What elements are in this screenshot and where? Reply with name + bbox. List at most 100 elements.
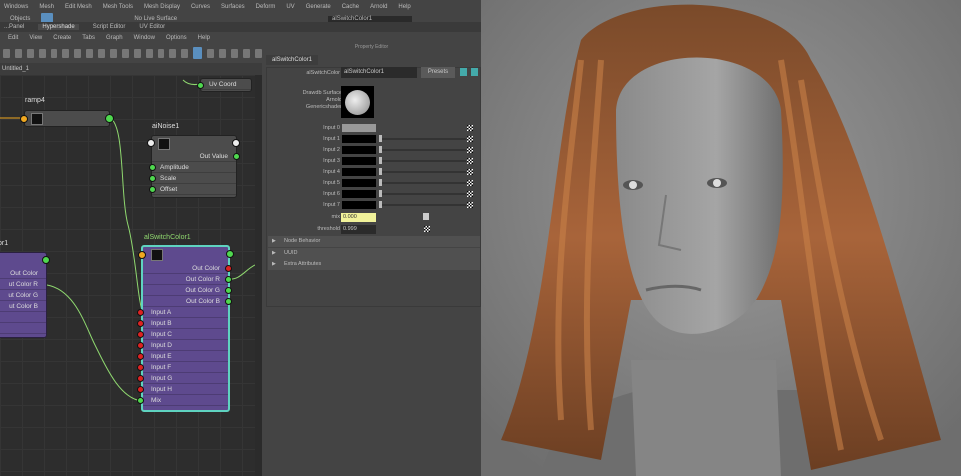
- toolbar-button-icon[interactable]: [74, 48, 82, 58]
- hs-menu-tabs[interactable]: Tabs: [82, 35, 95, 41]
- map-checker-icon[interactable]: [467, 136, 473, 142]
- scale-row[interactable]: Scale: [149, 173, 236, 184]
- out-color-row[interactable]: Out Color: [0, 268, 46, 279]
- graph-tab[interactable]: Untitled_1: [0, 63, 262, 75]
- out-value-row[interactable]: Out Value: [152, 151, 240, 162]
- map-checker-icon[interactable]: [467, 158, 473, 164]
- color-swatch[interactable]: [342, 201, 376, 209]
- color-swatch[interactable]: [342, 157, 376, 165]
- toolbar-button-icon[interactable]: [255, 48, 262, 58]
- offset-row[interactable]: Offset: [149, 184, 236, 195]
- menu-help[interactable]: Help: [398, 4, 410, 10]
- output-port[interactable]: [232, 139, 240, 147]
- hs-menu-view[interactable]: View: [29, 35, 42, 41]
- port[interactable]: [225, 298, 232, 305]
- tab-2[interactable]: Script Editor: [93, 24, 126, 30]
- output-row[interactable]: Out Color G: [143, 285, 232, 296]
- menu-mesh-tools[interactable]: Mesh Tools: [103, 4, 133, 10]
- map-checker-icon[interactable]: [467, 191, 473, 197]
- section-node-behavior[interactable]: Node Behavior: [268, 236, 480, 247]
- name-field[interactable]: alSwitchColor1: [328, 15, 413, 22]
- slider[interactable]: [380, 182, 466, 184]
- node-graph[interactable]: Uv Coord ramp4 aiNoise1 Out Value Amplit…: [0, 75, 255, 476]
- slider[interactable]: [380, 138, 466, 140]
- input-port[interactable]: [138, 251, 146, 259]
- port[interactable]: [225, 287, 232, 294]
- alswitchcolor-node[interactable]: Out Color Out Color R Out Color G Out Color…: [137, 245, 234, 412]
- hs-menu-create[interactable]: Create: [53, 35, 71, 41]
- out-color-g-row[interactable]: ut Color G: [0, 290, 46, 301]
- color-swatch[interactable]: [342, 190, 376, 198]
- tab-3[interactable]: UV Editor: [139, 24, 165, 30]
- slider-handle[interactable]: [379, 179, 382, 186]
- input-row[interactable]: Input F: [137, 362, 228, 373]
- toolbar-button-icon[interactable]: [193, 47, 203, 59]
- port[interactable]: [225, 276, 232, 283]
- port[interactable]: [137, 342, 144, 349]
- map-checker-icon[interactable]: [467, 169, 473, 175]
- toolbar-button-icon[interactable]: [157, 48, 165, 58]
- output-row[interactable]: Out Color B: [143, 296, 232, 307]
- section-extra-attributes[interactable]: Extra Attributes: [268, 259, 480, 270]
- toolbar-button-icon[interactable]: [181, 48, 189, 58]
- map-checker-icon[interactable]: [467, 180, 473, 186]
- port[interactable]: [137, 386, 144, 393]
- port[interactable]: [233, 153, 240, 160]
- output-port[interactable]: [226, 250, 234, 258]
- input-row[interactable]: Mix: [137, 395, 228, 406]
- input-row[interactable]: Input A: [137, 307, 228, 318]
- threshold-field[interactable]: 0.999: [341, 225, 376, 234]
- uvcoord-node[interactable]: Uv Coord: [197, 78, 252, 92]
- slider-handle[interactable]: [379, 157, 382, 164]
- color-swatch[interactable]: [342, 168, 376, 176]
- toolbar-button-icon[interactable]: [14, 48, 22, 58]
- menu-generate[interactable]: Generate: [306, 4, 331, 10]
- output-row[interactable]: Out Color R: [143, 274, 232, 285]
- live-surface[interactable]: No Live Surface: [134, 16, 177, 22]
- port[interactable]: [225, 265, 232, 272]
- section-uuid[interactable]: UUID: [268, 248, 480, 259]
- input-row[interactable]: Input G: [137, 373, 228, 384]
- map-checker-icon[interactable]: [467, 125, 473, 131]
- out-color-b-row[interactable]: ut Color B: [0, 301, 46, 312]
- toolbar-button-icon[interactable]: [133, 48, 141, 58]
- toolbar-button-icon[interactable]: [50, 48, 58, 58]
- port[interactable]: [137, 331, 144, 338]
- map-button-icon[interactable]: [423, 213, 429, 220]
- port[interactable]: [149, 175, 156, 182]
- hide-icon[interactable]: [471, 68, 478, 76]
- toolbar-button-icon[interactable]: [62, 48, 70, 58]
- objects-dropdown[interactable]: Objects: [10, 16, 30, 22]
- port[interactable]: [137, 397, 144, 404]
- port[interactable]: [137, 364, 144, 371]
- toolbar-button-icon[interactable]: [110, 48, 117, 58]
- slider[interactable]: [380, 193, 466, 195]
- toolbar-button-icon[interactable]: [121, 48, 129, 58]
- toolbar-button-icon[interactable]: [231, 48, 239, 58]
- slider[interactable]: [380, 160, 466, 162]
- color-swatch[interactable]: [342, 179, 376, 187]
- input-row[interactable]: Input B: [137, 318, 228, 329]
- toolbar-button-icon[interactable]: [219, 48, 227, 58]
- input-row[interactable]: Input E: [137, 351, 228, 362]
- toolbar-button-icon[interactable]: [26, 48, 34, 58]
- toolbar-button-icon[interactable]: [3, 48, 10, 58]
- ainoise-node[interactable]: Out Value Amplitude Scale Offset: [147, 135, 240, 198]
- toolbar-button-icon[interactable]: [98, 48, 106, 58]
- left-node[interactable]: Out Color ut Color R ut Color G ut Color…: [0, 252, 50, 338]
- menu-surfaces[interactable]: Surfaces: [221, 4, 245, 10]
- output-port[interactable]: [42, 256, 50, 264]
- slider[interactable]: [380, 171, 466, 173]
- port[interactable]: [137, 320, 144, 327]
- toolbar-button-icon[interactable]: [145, 48, 153, 58]
- menu-curves[interactable]: Curves: [191, 4, 210, 10]
- output-port[interactable]: [105, 114, 114, 123]
- slider-handle[interactable]: [379, 190, 382, 197]
- port[interactable]: [137, 375, 144, 382]
- menu-mesh[interactable]: Mesh: [39, 4, 54, 10]
- input-row[interactable]: Input H: [137, 384, 228, 395]
- mix-field[interactable]: 0.000: [341, 213, 376, 222]
- toolbar-button-icon[interactable]: [169, 48, 177, 58]
- port[interactable]: [137, 353, 144, 360]
- input-port[interactable]: [147, 139, 155, 147]
